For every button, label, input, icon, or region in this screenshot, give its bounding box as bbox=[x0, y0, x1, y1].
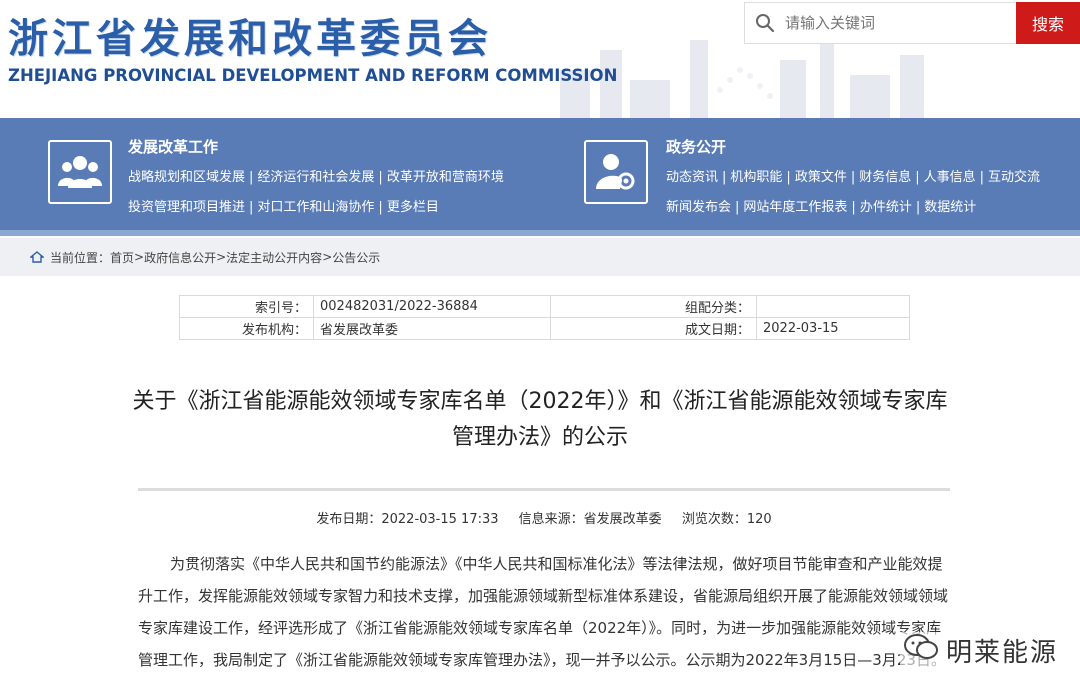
publisher-label: 发布机构： bbox=[179, 317, 314, 340]
home-icon bbox=[30, 251, 44, 263]
nav-links-row: 战略规划和区域发展 | 经济运行和社会发展 | 改革开放和营商环境 bbox=[128, 170, 504, 185]
nav-group-title[interactable]: 政务公开 bbox=[666, 136, 726, 157]
breadcrumb-separator: > bbox=[322, 250, 333, 264]
nav-link[interactable]: 办件统计 bbox=[860, 200, 912, 215]
index-label: 索引号： bbox=[179, 295, 314, 318]
nav-link[interactable]: 经济运行和社会发展 bbox=[257, 170, 374, 185]
table-row: 发布机构： 省发展改革委 成文日期： 2022-03-15 bbox=[179, 317, 910, 340]
breadcrumb-separator: > bbox=[216, 250, 227, 264]
index-value: 002482031/2022-36884 bbox=[313, 295, 551, 318]
nav-link[interactable]: 网站年度工作报表 bbox=[743, 200, 847, 215]
article-meta: 发布日期：2022-03-15 17:33 信息来源：省发展改革委 浏览次数：1… bbox=[138, 508, 950, 527]
nav-group-gov-affairs: 政务公开 动态资讯 | 机构职能 | 政策文件 | 财务信息 | 人事信息 | 互动交流 新闻发布会… bbox=[540, 118, 1080, 230]
breadcrumb-item[interactable]: 政府信息公开 bbox=[144, 249, 216, 266]
site-title-en[interactable]: ZHEJIANG PROVINCIAL DEVELOPMENT AND REFO… bbox=[8, 66, 617, 85]
article-body: 为贯彻落实《中华人民共和国节约能源法》《中华人民共和国标准化法》等法律法规，做好… bbox=[138, 555, 949, 669]
article-title: 关于《浙江省能源能效领域专家库名单（2022年）》和《浙江省能源能效领域专家库管… bbox=[132, 389, 948, 450]
nav-links-row: 投资管理和项目推进 | 对口工作和山海协作 | 更多栏目 bbox=[128, 200, 439, 215]
breadcrumb-item[interactable]: 公告公示 bbox=[332, 249, 380, 266]
breadcrumb-item[interactable]: 法定主动公开内容 bbox=[226, 249, 322, 266]
user-gear-icon[interactable] bbox=[584, 140, 648, 204]
nav-link[interactable]: 数据统计 bbox=[924, 200, 976, 215]
watermark-text: 明莱能源 bbox=[946, 638, 1059, 668]
nav-link[interactable]: 战略规划和区域发展 bbox=[128, 170, 245, 185]
search-input[interactable] bbox=[785, 14, 1005, 32]
nav-link[interactable]: 改革开放和营商环境 bbox=[387, 170, 504, 185]
nav-link[interactable]: 人事信息 bbox=[924, 170, 976, 185]
people-group-icon[interactable] bbox=[48, 140, 112, 204]
nav-link[interactable]: 政策文件 bbox=[795, 170, 847, 185]
breadcrumb-item[interactable]: 首页 bbox=[110, 249, 134, 266]
nav-links-row: 新闻发布会 | 网站年度工作报表 | 办件统计 | 数据统计 bbox=[666, 200, 977, 215]
breadcrumb-separator: > bbox=[134, 250, 145, 264]
site-title-cn[interactable]: 浙江省发展和改革委员会 bbox=[8, 6, 492, 64]
category-value bbox=[756, 295, 910, 318]
nav-links-row: 动态资讯 | 机构职能 | 政策文件 | 财务信息 | 人事信息 | 互动交流 bbox=[666, 170, 1041, 185]
breadcrumb-prefix: 当前位置： bbox=[50, 250, 111, 265]
nav-group-title[interactable]: 发展改革工作 bbox=[128, 136, 218, 157]
wechat-icon bbox=[904, 633, 938, 668]
search-box bbox=[744, 2, 1016, 44]
document-info-table: 索引号： 002482031/2022-36884 组配分类： 发布机构： 省发… bbox=[179, 295, 910, 340]
nav-link[interactable]: 动态资讯 bbox=[666, 170, 718, 185]
nav-link[interactable]: 机构职能 bbox=[730, 170, 782, 185]
view-count: 浏览次数：120 bbox=[681, 512, 772, 527]
main-nav: 发展改革工作 战略规划和区域发展 | 经济运行和社会发展 | 改革开放和营商环境 投资管… bbox=[0, 118, 1080, 236]
nav-group-reform-work: 发展改革工作 战略规划和区域发展 | 经济运行和社会发展 | 改革开放和营商环境 投资管… bbox=[0, 118, 540, 230]
nav-link[interactable]: 对口工作和山海协作 bbox=[257, 200, 374, 215]
date-label: 成文日期： bbox=[550, 317, 757, 340]
watermark: 明莱能源 bbox=[900, 632, 1063, 669]
search-button[interactable]: 搜索 bbox=[1016, 2, 1080, 44]
nav-link[interactable]: 投资管理和项目推进 bbox=[128, 200, 245, 215]
table-row: 索引号： 002482031/2022-36884 组配分类： bbox=[179, 295, 910, 318]
publish-date: 发布日期：2022-03-15 17:33 bbox=[316, 512, 499, 527]
nav-link[interactable]: 财务信息 bbox=[859, 170, 911, 185]
nav-link[interactable]: 新闻发布会 bbox=[666, 200, 731, 215]
nav-link[interactable]: 更多栏目 bbox=[387, 200, 439, 215]
search-icon bbox=[745, 2, 785, 44]
nav-link[interactable]: 互动交流 bbox=[988, 170, 1040, 185]
title-divider bbox=[138, 488, 950, 491]
source: 信息来源：省发展改革委 bbox=[518, 512, 662, 527]
publisher-value: 省发展改革委 bbox=[313, 317, 551, 340]
date-value: 2022-03-15 bbox=[756, 317, 910, 340]
site-header: 浙江省发展和改革委员会 ZHEJIANG PROVINCIAL DEVELOPM… bbox=[0, 0, 1080, 118]
breadcrumb: 当前位置： 首页 > 政府信息公开 > 法定主动公开内容 > 公告公示 bbox=[0, 238, 1080, 276]
category-label: 组配分类： bbox=[550, 295, 757, 318]
